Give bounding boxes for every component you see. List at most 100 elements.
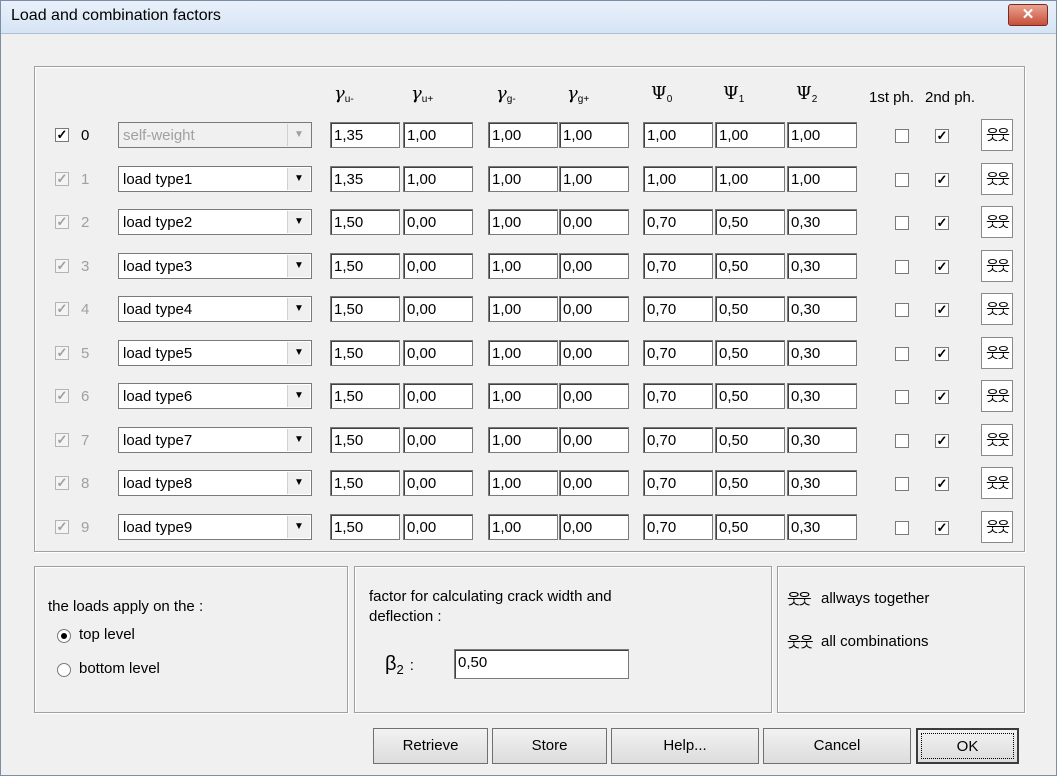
factor-psi1-input[interactable]: 0,50	[715, 383, 785, 409]
store-button[interactable]: Store	[492, 728, 607, 764]
factor-gg_minus-input[interactable]: 1,00	[488, 513, 558, 540]
phase1-checkbox[interactable]	[895, 520, 909, 535]
factor-psi1-input[interactable]: 1,00	[715, 165, 785, 192]
beta2-input[interactable]: 0,50	[454, 649, 629, 679]
factor-gu_minus-input[interactable]: 1,50	[330, 252, 400, 279]
factor-gg_minus-input[interactable]: 1,00	[488, 252, 558, 279]
combination-mode-button[interactable]: 웃웃	[981, 249, 1013, 282]
factor-psi2-input[interactable]: 0,30	[787, 426, 857, 453]
factor-gu_minus-input[interactable]: 1,35	[330, 122, 400, 148]
factor-gu_plus-input[interactable]: 0,00	[403, 252, 473, 279]
combination-mode-button[interactable]: 웃웃	[981, 293, 1013, 325]
phase1-checkbox[interactable]	[895, 303, 909, 317]
load-type-combo[interactable]: load type8 ▼	[118, 470, 312, 496]
row-enabled-checkbox[interactable]: ✓	[55, 128, 69, 142]
combination-mode-button[interactable]: 웃웃	[981, 336, 1013, 369]
factor-gg_minus-input[interactable]: 1,00	[488, 426, 558, 453]
phase2-checkbox[interactable]: ✓	[935, 433, 949, 448]
factor-psi2-input[interactable]: 0,30	[787, 383, 857, 409]
factor-gu_minus-input[interactable]: 1,50	[330, 339, 400, 366]
factor-gg_plus-input[interactable]: 0,00	[559, 383, 629, 409]
factor-psi1-input[interactable]: 0,50	[715, 513, 785, 540]
factor-gu_plus-input[interactable]: 0,00	[403, 296, 473, 322]
factor-gu_plus-input[interactable]: 0,00	[403, 383, 473, 409]
factor-gg_plus-input[interactable]: 0,00	[559, 426, 629, 453]
row-enabled-checkbox[interactable]: ✓	[55, 519, 69, 534]
factor-psi2-input[interactable]: 0,30	[787, 513, 857, 540]
ok-button[interactable]: OK	[916, 728, 1019, 764]
cancel-button[interactable]: Cancel	[763, 728, 911, 764]
factor-psi2-input[interactable]: 0,30	[787, 339, 857, 366]
combination-mode-button[interactable]: 웃웃	[981, 380, 1013, 412]
phase2-checkbox[interactable]: ✓	[935, 520, 949, 535]
factor-gg_plus-input[interactable]: 1,00	[559, 165, 629, 192]
row-enabled-checkbox[interactable]: ✓	[55, 389, 69, 403]
phase1-checkbox[interactable]	[895, 172, 909, 187]
factor-psi2-input[interactable]: 1,00	[787, 122, 857, 148]
help-button[interactable]: Help...	[611, 728, 759, 764]
factor-psi0-input[interactable]: 0,70	[643, 209, 713, 235]
row-enabled-checkbox[interactable]: ✓	[55, 215, 69, 229]
factor-psi2-input[interactable]: 0,30	[787, 296, 857, 322]
factor-gu_minus-input[interactable]: 1,50	[330, 383, 400, 409]
factor-psi2-input[interactable]: 1,00	[787, 165, 857, 192]
combination-mode-button[interactable]: 웃웃	[981, 467, 1013, 499]
factor-psi0-input[interactable]: 0,70	[643, 339, 713, 366]
factor-psi1-input[interactable]: 0,50	[715, 209, 785, 235]
row-enabled-checkbox[interactable]: ✓	[55, 258, 69, 273]
phase1-checkbox[interactable]	[895, 346, 909, 361]
factor-gg_minus-input[interactable]: 1,00	[488, 122, 558, 148]
factor-gu_plus-input[interactable]: 0,00	[403, 513, 473, 540]
phase2-checkbox[interactable]: ✓	[935, 259, 949, 274]
factor-gg_plus-input[interactable]: 0,00	[559, 296, 629, 322]
factor-psi2-input[interactable]: 0,30	[787, 252, 857, 279]
factor-gu_minus-input[interactable]: 1,50	[330, 426, 400, 453]
phase1-checkbox[interactable]	[895, 390, 909, 404]
phase1-checkbox[interactable]	[895, 433, 909, 448]
load-type-combo[interactable]: load type5 ▼	[118, 339, 312, 366]
factor-gg_minus-input[interactable]: 1,00	[488, 339, 558, 366]
factor-psi0-input[interactable]: 0,70	[643, 513, 713, 540]
row-enabled-checkbox[interactable]: ✓	[55, 432, 69, 447]
combination-mode-button[interactable]: 웃웃	[981, 510, 1013, 543]
factor-gg_minus-input[interactable]: 1,00	[488, 383, 558, 409]
combination-mode-button[interactable]: 웃웃	[981, 206, 1013, 238]
factor-gu_minus-input[interactable]: 1,35	[330, 165, 400, 192]
row-enabled-checkbox[interactable]: ✓	[55, 476, 69, 490]
factor-psi1-input[interactable]: 0,50	[715, 339, 785, 366]
phase1-checkbox[interactable]	[895, 129, 909, 143]
phase2-checkbox[interactable]: ✓	[935, 172, 949, 187]
row-enabled-checkbox[interactable]: ✓	[55, 345, 69, 360]
phase2-checkbox[interactable]: ✓	[935, 129, 949, 143]
combination-mode-button[interactable]: 웃웃	[981, 162, 1013, 195]
phase2-checkbox[interactable]: ✓	[935, 390, 949, 404]
factor-psi0-input[interactable]: 0,70	[643, 383, 713, 409]
factor-gu_plus-input[interactable]: 0,00	[403, 426, 473, 453]
load-type-combo[interactable]: load type9 ▼	[118, 513, 312, 540]
factor-gg_minus-input[interactable]: 1,00	[488, 165, 558, 192]
row-enabled-checkbox[interactable]: ✓	[55, 302, 69, 316]
factor-psi2-input[interactable]: 0,30	[787, 470, 857, 496]
factor-gg_minus-input[interactable]: 1,00	[488, 296, 558, 322]
retrieve-button[interactable]: Retrieve	[373, 728, 488, 764]
load-type-combo[interactable]: load type7 ▼	[118, 426, 312, 453]
load-type-combo[interactable]: load type6 ▼	[118, 383, 312, 409]
factor-psi0-input[interactable]: 0,70	[643, 426, 713, 453]
phase2-checkbox[interactable]: ✓	[935, 346, 949, 361]
factor-psi1-input[interactable]: 0,50	[715, 470, 785, 496]
factor-psi1-input[interactable]: 0,50	[715, 252, 785, 279]
factor-psi0-input[interactable]: 1,00	[643, 122, 713, 148]
phase1-checkbox[interactable]	[895, 259, 909, 274]
factor-gg_minus-input[interactable]: 1,00	[488, 470, 558, 496]
factor-gg_plus-input[interactable]: 0,00	[559, 470, 629, 496]
factor-gu_plus-input[interactable]: 0,00	[403, 209, 473, 235]
factor-gg_plus-input[interactable]: 0,00	[559, 513, 629, 540]
phase1-checkbox[interactable]	[895, 216, 909, 230]
radio-top-level[interactable]	[57, 629, 71, 643]
load-type-combo[interactable]: load type3 ▼	[118, 252, 312, 279]
factor-psi2-input[interactable]: 0,30	[787, 209, 857, 235]
phase2-checkbox[interactable]: ✓	[935, 477, 949, 491]
factor-psi1-input[interactable]: 1,00	[715, 122, 785, 148]
load-type-combo[interactable]: load type1 ▼	[118, 165, 312, 192]
factor-gg_plus-input[interactable]: 1,00	[559, 122, 629, 148]
